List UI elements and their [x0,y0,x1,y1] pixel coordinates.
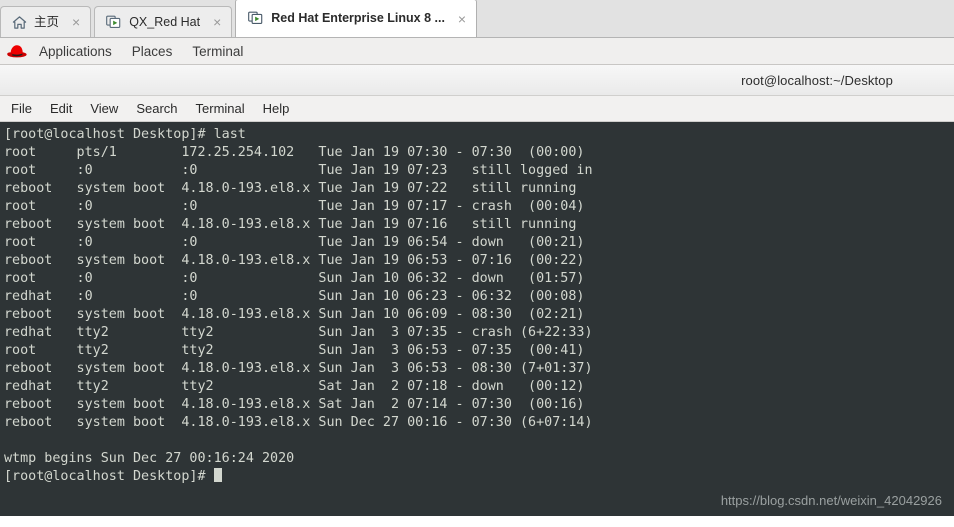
gnome-menu-applications[interactable]: Applications [29,38,122,65]
terminal-line: root :0 :0 Sun Jan 10 06:32 - down (01:5… [4,271,585,286]
tab-home[interactable]: 主页 × [0,6,92,37]
terminal-line: reboot system boot 4.18.0-193.el8.x Tue … [4,253,585,268]
terminal-menubar: File Edit View Search Terminal Help [0,96,954,122]
menu-edit[interactable]: Edit [41,96,81,122]
prompt-text: [root@localhost Desktop]# [4,469,214,484]
terminal-output: [root@localhost Desktop]# last root pts/1… [2,126,954,468]
vmware-workstation-window: 主页 × QX_Red Hat × Red Hat Enterprise Lin… [0,0,954,527]
terminal-line: reboot system boot 4.18.0-193.el8.x Sat … [4,397,585,412]
terminal-line: root :0 :0 Tue Jan 19 07:17 - crash (00:… [4,199,585,214]
terminal-line: root :0 :0 Tue Jan 19 06:54 - down (00:2… [4,235,585,250]
terminal-line: reboot system boot 4.18.0-193.el8.x Tue … [4,181,577,196]
terminal-cursor [213,468,222,482]
terminal-line: redhat :0 :0 Sun Jan 10 06:23 - 06:32 (0… [4,289,585,304]
terminal-line: reboot system boot 4.18.0-193.el8.x Sun … [4,361,593,376]
gnome-top-panel: Applications Places Terminal [0,38,954,65]
tab-label: Red Hat Enterprise Linux 8 ... [271,11,445,26]
vm-tab-strip: 主页 × QX_Red Hat × Red Hat Enterprise Lin… [0,0,954,38]
vm-screen-icon [106,15,122,30]
terminal-titlebar: root@localhost:~/Desktop [0,65,954,96]
terminal-line: redhat tty2 tty2 Sat Jan 2 07:18 - down … [4,379,585,394]
menu-file[interactable]: File [2,96,41,122]
tab-label: 主页 [34,14,60,29]
gnome-menu-terminal[interactable]: Terminal [182,38,253,65]
gnome-menu-places[interactable]: Places [122,38,183,65]
terminal-line: reboot system boot 4.18.0-193.el8.x Sun … [4,415,593,430]
terminal-window-title: root@localhost:~/Desktop [741,72,893,88]
terminal-line: [root@localhost Desktop]# last [4,127,246,142]
tab-label: QX_Red Hat [129,14,201,29]
tab-red-hat-enterprise-linux-8[interactable]: Red Hat Enterprise Linux 8 ... × [235,0,478,37]
terminal-prompt-line: [root@localhost Desktop]# [2,468,954,486]
terminal-line: reboot system boot 4.18.0-193.el8.x Sun … [4,307,585,322]
menu-view[interactable]: View [81,96,127,122]
menu-help[interactable]: Help [254,96,299,122]
home-icon [12,15,27,30]
tab-close-icon[interactable]: × [70,15,82,29]
terminal-line: reboot system boot 4.18.0-193.el8.x Tue … [4,217,577,232]
tab-qx-red-hat[interactable]: QX_Red Hat × [94,6,233,37]
menu-search[interactable]: Search [127,96,186,122]
terminal-line: root tty2 tty2 Sun Jan 3 06:53 - 07:35 (… [4,343,585,358]
terminal-screen[interactable]: [root@localhost Desktop]# last root pts/1… [0,122,954,516]
terminal-line: redhat tty2 tty2 Sun Jan 3 07:35 - crash… [4,325,593,340]
menu-terminal[interactable]: Terminal [187,96,254,122]
watermark-text: https://blog.csdn.net/weixin_42042926 [720,493,942,508]
red-hat-logo-icon [6,40,28,62]
terminal-line: wtmp begins Sun Dec 27 00:16:24 2020 [4,451,295,466]
tab-close-icon[interactable]: × [456,12,468,26]
vm-screen-icon [248,11,264,26]
terminal-line: root :0 :0 Tue Jan 19 07:23 still logged… [4,163,593,178]
terminal-line: root pts/1 172.25.254.102 Tue Jan 19 07:… [4,145,585,160]
tab-close-icon[interactable]: × [211,15,223,29]
